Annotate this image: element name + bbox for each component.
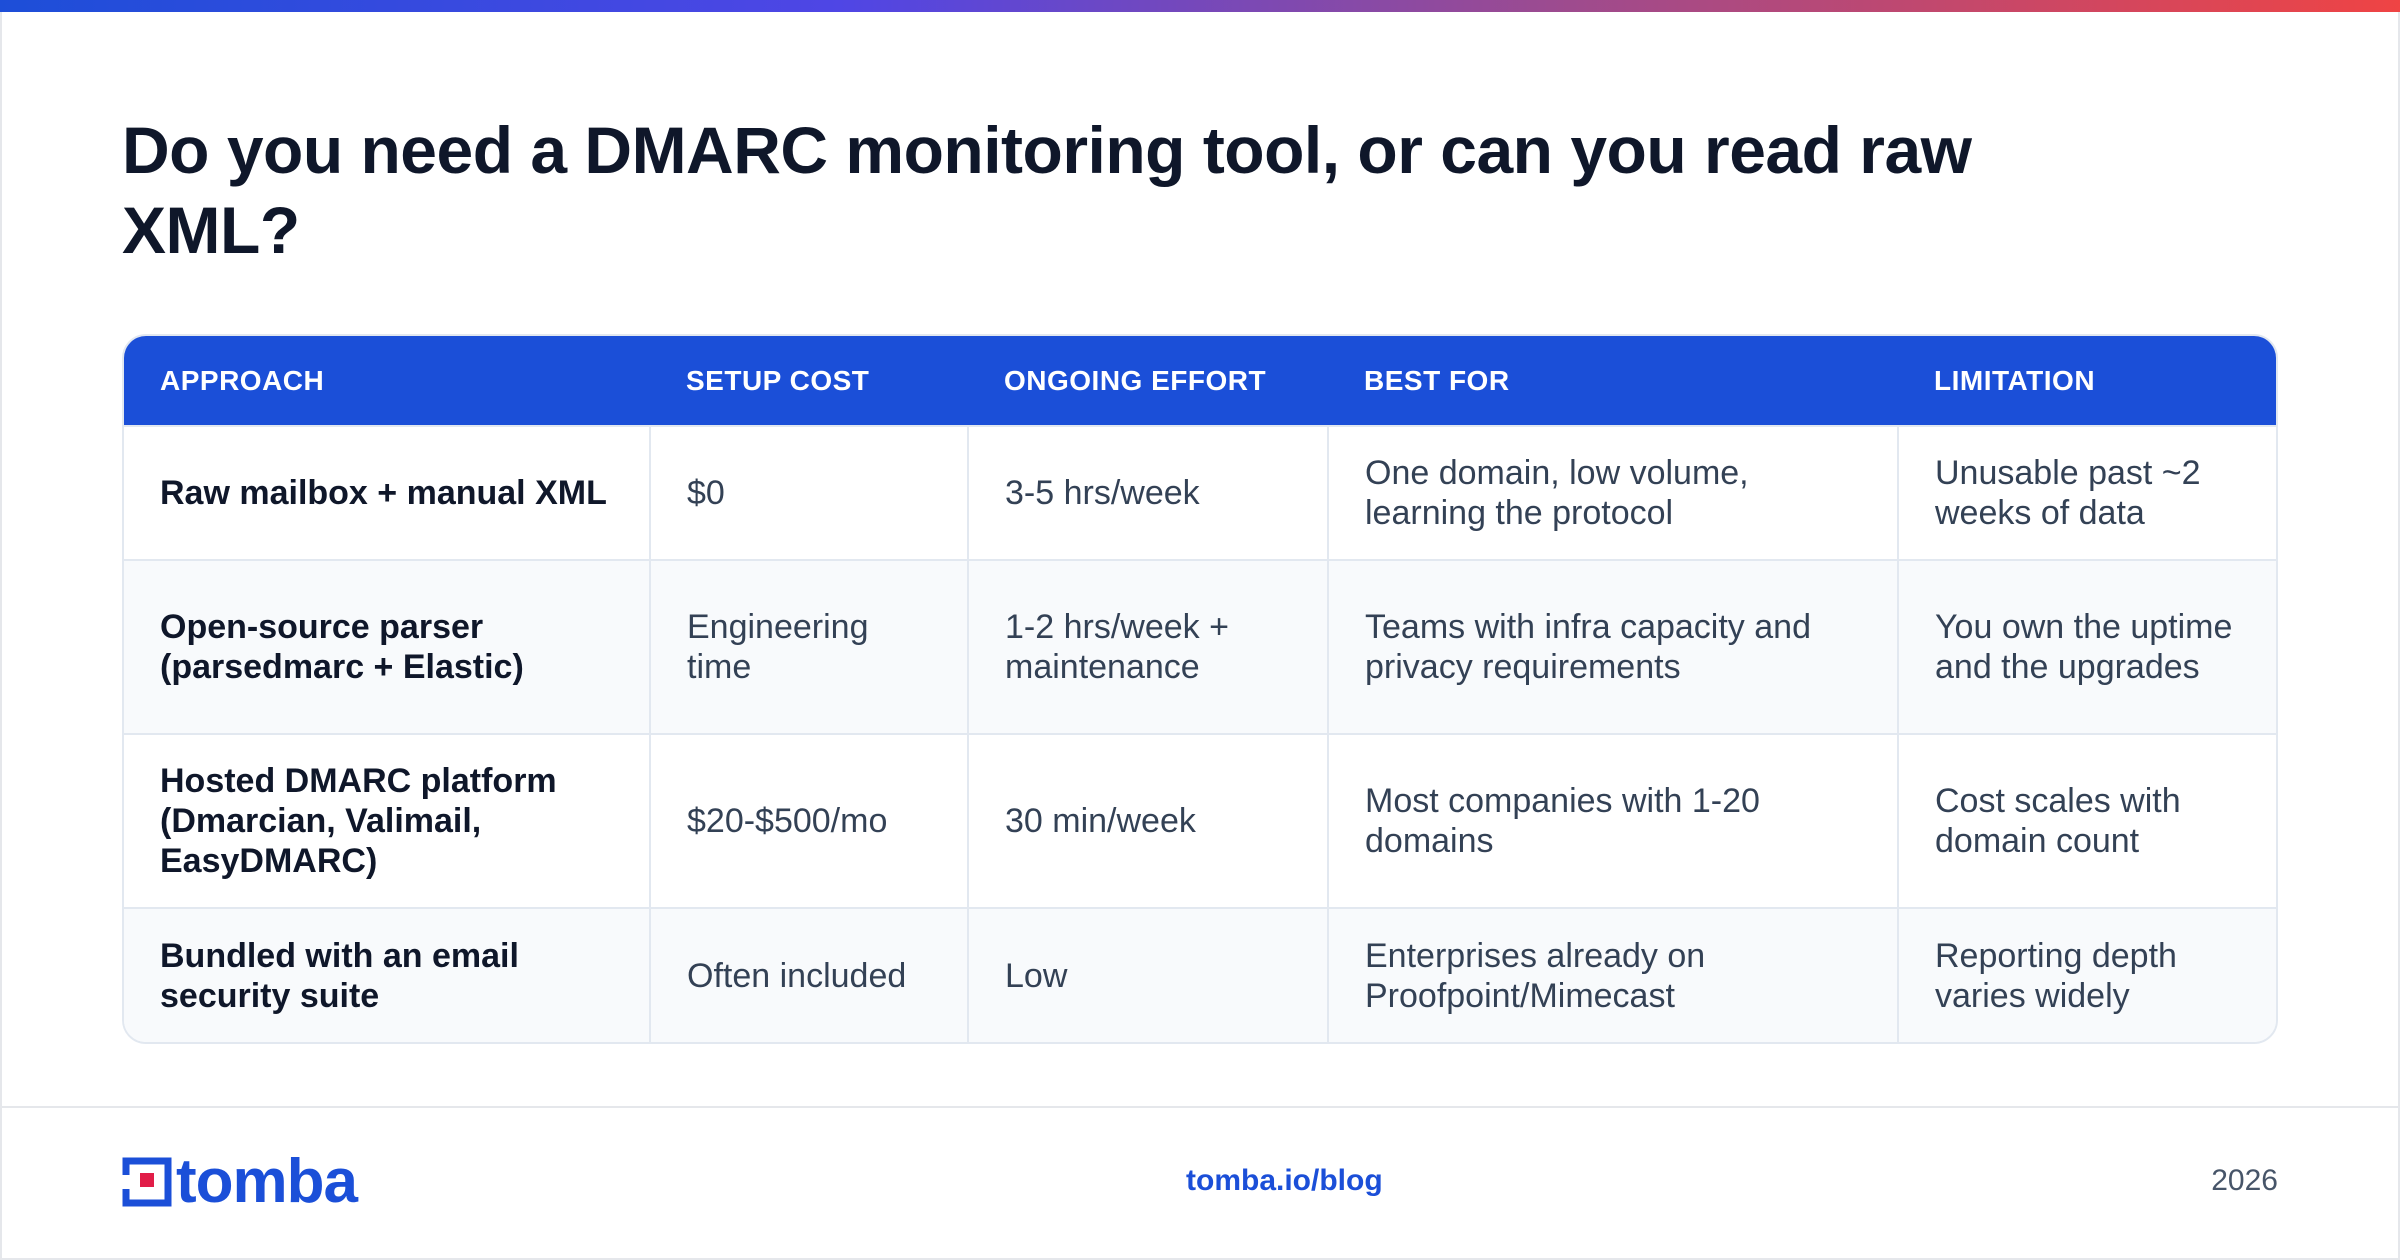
cell-approach: Open-source parser (parsedmarc + Elastic… xyxy=(124,559,651,734)
footer-year: 2026 xyxy=(2211,1164,2278,1197)
column-header-ongoing-effort: ONGOING EFFORT xyxy=(968,336,1328,426)
cell-ongoing-effort: 1-2 hrs/week + maintenance xyxy=(968,559,1329,734)
tomba-logo-mark-icon xyxy=(122,1157,172,1207)
tomba-logo[interactable]: tomba xyxy=(122,1147,358,1216)
cell-setup-cost: $0 xyxy=(650,425,969,560)
cell-setup-cost: Often included xyxy=(650,907,969,1042)
cell-setup-cost: $20-$500/mo xyxy=(650,733,969,908)
column-header-approach: APPROACH xyxy=(124,336,650,426)
cell-approach: Bundled with an email security suite xyxy=(124,907,651,1042)
cell-limitation: Unusable past ~2 weeks of data xyxy=(1898,425,2276,560)
cell-limitation: You own the uptime and the upgrades xyxy=(1898,559,2276,734)
cell-ongoing-effort: Low xyxy=(968,907,1329,1042)
column-header-best-for: BEST FOR xyxy=(1328,336,1898,426)
logo-wordmark: tomba xyxy=(176,1147,358,1216)
blog-link[interactable]: tomba.io/blog xyxy=(1186,1164,1383,1198)
table-row: Raw mailbox + manual XML $0 3-5 hrs/week… xyxy=(124,425,2276,560)
page-title: Do you need a DMARC monitoring tool, or … xyxy=(122,113,1972,267)
cell-best-for: Enterprises already on Proofpoint/Mimeca… xyxy=(1328,907,1899,1042)
cell-approach: Raw mailbox + manual XML xyxy=(124,425,651,560)
table-header-row: APPROACH SETUP COST ONGOING EFFORT BEST … xyxy=(124,336,2276,426)
cell-ongoing-effort: 30 min/week xyxy=(968,733,1329,908)
cell-setup-cost: Engineering time xyxy=(650,559,969,734)
cell-best-for: Most companies with 1-20 domains xyxy=(1328,733,1899,908)
table-row: Bundled with an email security suite Oft… xyxy=(124,907,2276,1042)
cell-limitation: Cost scales with domain count xyxy=(1898,733,2276,908)
cell-limitation: Reporting depth varies widely xyxy=(1898,907,2276,1042)
column-header-setup-cost: SETUP COST xyxy=(650,336,968,426)
cell-best-for: One domain, low volume, learning the pro… xyxy=(1328,425,1899,560)
footer-divider xyxy=(0,1106,2400,1108)
table-row: Open-source parser (parsedmarc + Elastic… xyxy=(124,559,2276,734)
column-header-limitation: LIMITATION xyxy=(1898,336,2276,426)
cell-ongoing-effort: 3-5 hrs/week xyxy=(968,425,1329,560)
table-row: Hosted DMARC platform (Dmarcian, Valimai… xyxy=(124,733,2276,908)
comparison-table: APPROACH SETUP COST ONGOING EFFORT BEST … xyxy=(122,334,2278,1044)
cell-approach: Hosted DMARC platform (Dmarcian, Valimai… xyxy=(124,733,651,908)
cell-best-for: Teams with infra capacity and privacy re… xyxy=(1328,559,1899,734)
top-gradient-bar xyxy=(0,0,2400,12)
